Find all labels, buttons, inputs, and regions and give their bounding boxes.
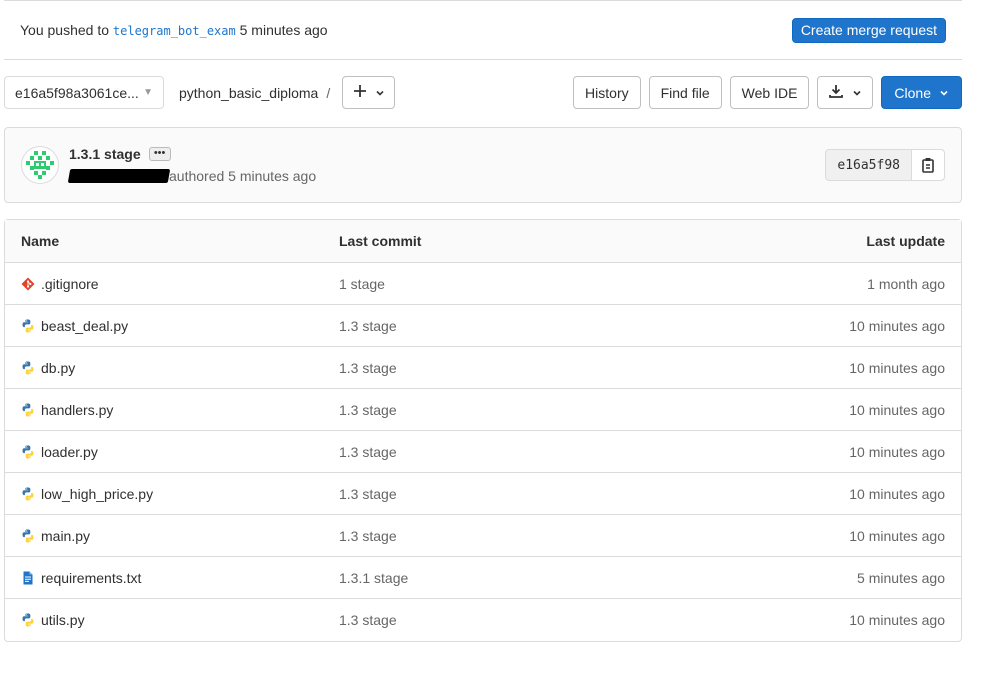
repo-toolbar: e16a5f98a3061ce... ▼ python_basic_diplom… — [4, 76, 962, 109]
last-update-cell: 10 minutes ago — [849, 527, 945, 544]
table-row[interactable]: beast_deal.py 1.3 stage 10 minutes ago — [5, 305, 961, 347]
git-icon — [21, 277, 35, 291]
ref-label: e16a5f98a3061ce... — [15, 84, 139, 101]
last-update-cell: 1 month ago — [867, 275, 945, 292]
commit-author-row: authored 5 minutes ago — [67, 168, 317, 184]
copy-icon — [922, 158, 934, 173]
header-last-update: Last update — [866, 233, 945, 249]
table-header: Name Last commit Last update — [5, 220, 961, 263]
table-row[interactable]: utils.py 1.3 stage 10 minutes ago — [5, 599, 961, 641]
copy-sha-button[interactable] — [912, 150, 944, 180]
last-commit-panel: 1.3.1 stage ••• authored 5 minutes ago e… — [4, 127, 962, 203]
table-row[interactable]: requirements.txt 1.3.1 stage 5 minutes ago — [5, 557, 961, 599]
file-link[interactable]: main.py — [41, 528, 90, 544]
push-prefix: You pushed to — [20, 22, 110, 38]
last-commit-cell[interactable]: 1.3 stage — [339, 402, 711, 418]
commit-sha-group: e16a5f98 — [825, 149, 945, 181]
python-icon — [21, 319, 35, 333]
last-update-cell: 10 minutes ago — [849, 485, 945, 502]
plus-icon — [353, 82, 367, 103]
commit-info: 1.3.1 stage ••• authored 5 minutes ago — [67, 146, 317, 184]
last-update-cell: 10 minutes ago — [849, 359, 945, 376]
file-link[interactable]: low_high_price.py — [41, 486, 153, 502]
file-name-cell: beast_deal.py — [5, 318, 339, 334]
web-ide-button[interactable]: Web IDE — [729, 76, 810, 109]
last-update-cell: 5 minutes ago — [857, 569, 945, 586]
last-update-cell: 10 minutes ago — [849, 443, 945, 460]
file-link[interactable]: .gitignore — [41, 276, 99, 292]
add-file-dropdown[interactable] — [342, 76, 396, 109]
file-name-cell: db.py — [5, 360, 339, 376]
breadcrumb-repo[interactable]: python_basic_diploma — [179, 85, 318, 101]
file-name-cell: handlers.py — [5, 402, 339, 418]
download-button[interactable] — [817, 76, 874, 109]
find-file-button[interactable]: Find file — [648, 76, 722, 109]
chevron-down-icon — [939, 85, 949, 101]
file-link[interactable]: utils.py — [41, 612, 85, 628]
file-name-cell: low_high_price.py — [5, 486, 339, 502]
last-commit-cell[interactable]: 1.3 stage — [339, 318, 711, 334]
download-icon — [828, 83, 844, 102]
redacted-author-name — [67, 169, 171, 183]
last-update-cell: 10 minutes ago — [849, 612, 945, 628]
last-commit-cell[interactable]: 1.3 stage — [339, 360, 711, 376]
chevron-down-icon — [852, 85, 862, 101]
text-file-icon — [21, 571, 35, 585]
last-commit-cell[interactable]: 1 stage — [339, 276, 711, 292]
commit-title-row: 1.3.1 stage ••• — [69, 146, 316, 162]
header-name: Name — [21, 233, 60, 249]
table-row[interactable]: db.py 1.3 stage 10 minutes ago — [5, 347, 961, 389]
avatar[interactable] — [21, 146, 59, 184]
file-name-cell: .gitignore — [5, 276, 339, 292]
file-name-cell: requirements.txt — [5, 570, 339, 586]
chevron-down-icon — [375, 82, 385, 103]
ref-selector[interactable]: e16a5f98a3061ce... ▼ — [4, 76, 164, 109]
file-link[interactable]: requirements.txt — [41, 570, 141, 586]
commit-authored-time: authored 5 minutes ago — [169, 168, 317, 184]
history-button[interactable]: History — [573, 76, 641, 109]
python-icon — [21, 361, 35, 375]
python-icon — [21, 403, 35, 417]
expand-description-button[interactable]: ••• — [148, 147, 171, 161]
file-link[interactable]: loader.py — [41, 444, 98, 460]
file-link[interactable]: db.py — [41, 360, 75, 376]
table-row[interactable]: handlers.py 1.3 stage 10 minutes ago — [5, 389, 961, 431]
last-commit-cell[interactable]: 1.3.1 stage — [339, 570, 711, 586]
clone-label: Clone — [894, 84, 931, 101]
last-commit-cell[interactable]: 1.3 stage — [339, 528, 711, 544]
python-icon — [21, 445, 35, 459]
table-row[interactable]: loader.py 1.3 stage 10 minutes ago — [5, 431, 961, 473]
repo-actions: History Find file Web IDE Clone — [573, 76, 962, 109]
push-message: You pushed to telegram_bot_exam 5 minute… — [20, 22, 328, 38]
table-row[interactable]: .gitignore 1 stage 1 month ago — [5, 263, 961, 305]
header-last-commit: Last commit — [339, 233, 422, 249]
file-name-cell: loader.py — [5, 444, 339, 460]
table-body: .gitignore 1 stage 1 month ago beast_deal.p… — [5, 263, 961, 641]
clone-button[interactable]: Clone — [881, 76, 962, 109]
table-row[interactable]: main.py 1.3 stage 10 minutes ago — [5, 515, 961, 557]
commit-title[interactable]: 1.3.1 stage — [69, 146, 141, 162]
last-update-cell: 10 minutes ago — [849, 401, 945, 418]
python-icon — [21, 613, 35, 627]
chevron-down-icon: ▼ — [143, 87, 153, 98]
file-link[interactable]: beast_deal.py — [41, 318, 128, 334]
breadcrumb: python_basic_diploma / — [179, 85, 338, 101]
push-time: 5 minutes ago — [239, 22, 328, 38]
create-merge-request-button[interactable]: Create merge request — [791, 17, 946, 43]
python-icon — [21, 487, 35, 501]
last-commit-cell[interactable]: 1.3 stage — [339, 444, 711, 460]
push-banner: You pushed to telegram_bot_exam 5 minute… — [4, 0, 962, 60]
last-commit-cell[interactable]: 1.3 stage — [339, 612, 711, 628]
file-name-cell: main.py — [5, 528, 339, 544]
python-icon — [21, 529, 35, 543]
file-name-cell: utils.py — [5, 612, 339, 628]
file-tree-table: Name Last commit Last update .gitignore 1… — [4, 219, 962, 642]
last-update-cell: 10 minutes ago — [849, 317, 945, 334]
commit-sha[interactable]: e16a5f98 — [826, 150, 912, 180]
last-commit-cell[interactable]: 1.3 stage — [339, 486, 711, 502]
table-row[interactable]: low_high_price.py 1.3 stage 10 minutes ago — [5, 473, 961, 515]
branch-link[interactable]: telegram_bot_exam — [113, 24, 236, 38]
file-link[interactable]: handlers.py — [41, 402, 113, 418]
breadcrumb-separator: / — [326, 84, 331, 101]
